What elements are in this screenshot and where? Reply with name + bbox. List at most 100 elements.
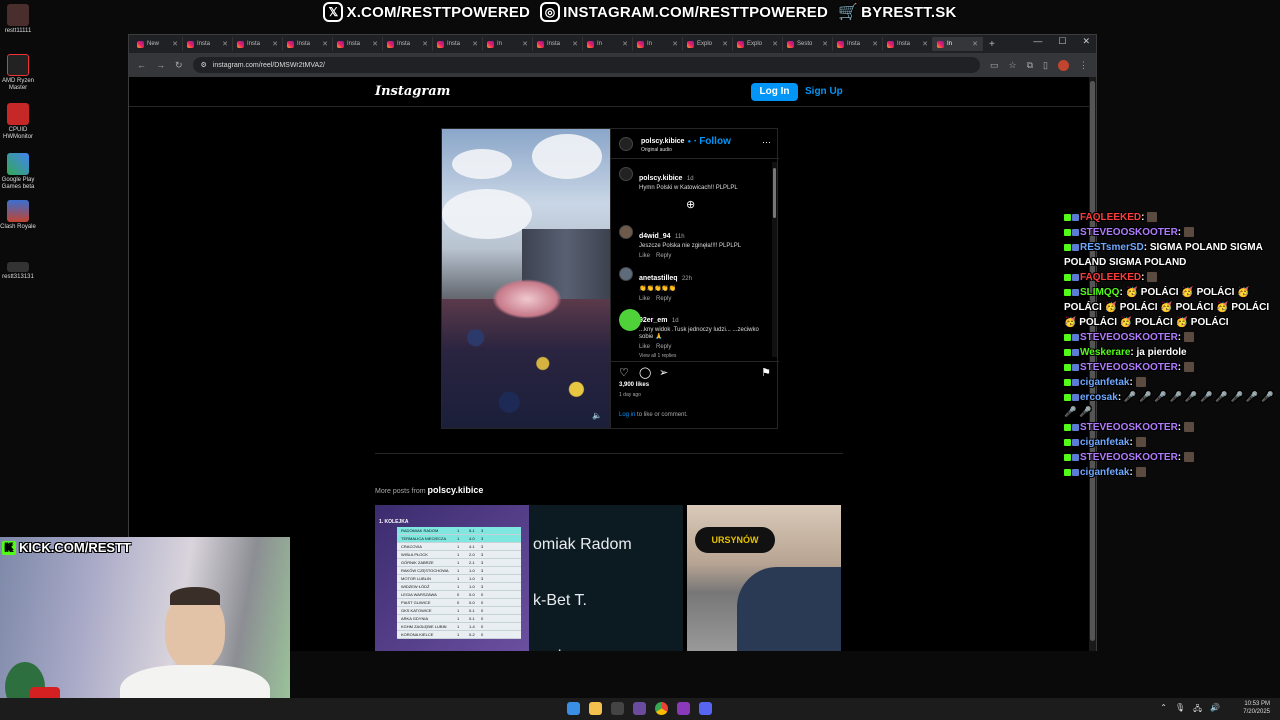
tab-close-icon[interactable]: ✕ [922, 40, 928, 48]
site-info-icon[interactable]: ⚙ [201, 61, 207, 69]
browser-tab[interactable]: Insta ✕ [883, 37, 933, 51]
browser-tab[interactable]: Insta ✕ [433, 37, 483, 51]
chat-username[interactable]: STEVEOOSKOOTER [1080, 362, 1178, 373]
new-tab-button[interactable]: + [989, 39, 995, 50]
volume-icon[interactable]: 🔊 [1210, 703, 1220, 717]
bookmark-icon[interactable]: ⚑ [761, 366, 771, 379]
browser-tab[interactable]: Explo ✕ [683, 37, 733, 51]
desktop-icon-cpuid[interactable]: CPUID HWMonitor [0, 103, 36, 140]
login-link[interactable]: Log in [619, 412, 635, 418]
chat-username[interactable]: ciganfetak [1080, 437, 1129, 448]
tab-close-icon[interactable]: ✕ [622, 40, 628, 48]
chat-username[interactable]: STEVEOOSKOOTER [1080, 452, 1178, 463]
follow-button[interactable]: Follow [699, 136, 731, 147]
tab-close-icon[interactable]: ✕ [572, 40, 578, 48]
extensions-icon[interactable]: ⧉ [1027, 60, 1033, 71]
profile-avatar-icon[interactable] [1058, 59, 1069, 71]
terminal-icon[interactable] [611, 702, 624, 715]
browser-tab[interactable]: Insta ✕ [283, 37, 333, 51]
tab-close-icon[interactable]: ✕ [522, 40, 528, 48]
chat-username[interactable]: FAQLEEKED [1080, 212, 1141, 223]
tab-close-icon[interactable]: ✕ [722, 40, 728, 48]
post-username[interactable]: polscy.kibice [641, 138, 684, 145]
comment-reply[interactable]: Reply [656, 253, 671, 259]
browser-tab[interactable]: Insta ✕ [333, 37, 383, 51]
caption-username[interactable]: polscy.kibice [639, 175, 682, 182]
comment-username[interactable]: d4wid_94 [639, 233, 671, 240]
comment-username[interactable]: anetastilleq [639, 275, 678, 282]
mute-icon[interactable]: 🔈 [592, 411, 602, 420]
chat-username[interactable]: ciganfetak [1080, 467, 1129, 478]
chrome-icon[interactable] [655, 702, 668, 715]
more-posts-username[interactable]: polscy.kibice [428, 485, 484, 495]
sign-up-link[interactable]: Sign Up [805, 83, 843, 101]
network-icon[interactable]: 🖧 [1193, 703, 1202, 717]
comment-like[interactable]: Like [639, 344, 650, 350]
tab-close-icon[interactable]: ✕ [272, 40, 278, 48]
tab-close-icon[interactable]: ✕ [422, 40, 428, 48]
heart-icon[interactable]: ♡ [619, 366, 629, 379]
tab-close-icon[interactable]: ✕ [322, 40, 328, 48]
obs-icon[interactable] [633, 702, 646, 715]
instagram-logo[interactable]: Instagram [375, 84, 450, 99]
comment-reply[interactable]: Reply [656, 296, 671, 302]
browser-tab[interactable]: Insta ✕ [183, 37, 233, 51]
avatar[interactable] [619, 225, 633, 239]
chat-username[interactable]: STEVEOOSKOOTER [1080, 422, 1178, 433]
browser-tab[interactable]: In ✕ [633, 37, 683, 51]
tab-close-icon[interactable]: ✕ [872, 40, 878, 48]
desktop-icon-restt313131[interactable]: restt313131 [0, 262, 36, 281]
desktop-icon-restt11111[interactable]: restt11111 [0, 4, 36, 35]
microphone-icon[interactable]: 🎙 [1175, 703, 1185, 717]
browser-tab[interactable]: Insta ✕ [383, 37, 433, 51]
menu-icon[interactable]: ⋮ [1079, 60, 1088, 71]
desktop-icon-amd-ryzen-master[interactable]: AMD Ryzen Master [0, 54, 36, 91]
reload-icon[interactable]: ↻ [175, 60, 183, 71]
comment-reply[interactable]: Reply [656, 344, 671, 350]
chat-username[interactable]: Weskerare [1080, 347, 1130, 358]
avatar[interactable] [619, 167, 633, 181]
browser-tab[interactable]: In ✕ [933, 37, 983, 51]
more-post-thumb-text[interactable]: omiak Radom k-Bet T. covia [529, 505, 683, 651]
file-explorer-icon[interactable] [589, 702, 602, 715]
reel-video[interactable]: 🔈 [442, 129, 610, 428]
chat-username[interactable]: STEVEOOSKOOTER [1080, 227, 1178, 238]
log-in-button[interactable]: Log In [751, 83, 798, 101]
tab-close-icon[interactable]: ✕ [222, 40, 228, 48]
comment-like[interactable]: Like [639, 296, 650, 302]
forward-icon[interactable]: → [156, 60, 165, 70]
chevron-up-icon[interactable]: ⌃ [1160, 703, 1167, 717]
start-icon[interactable] [567, 702, 580, 715]
browser-tab[interactable]: Sesto ✕ [783, 37, 833, 51]
tab-close-icon[interactable]: ✕ [672, 40, 678, 48]
audio-label[interactable]: Original audio [641, 147, 672, 153]
tab-close-icon[interactable]: ✕ [472, 40, 478, 48]
tab-close-icon[interactable]: ✕ [822, 40, 828, 48]
browser-tab[interactable]: Explo ✕ [733, 37, 783, 51]
more-options-icon[interactable]: ⋯ [762, 137, 771, 148]
avatar[interactable] [619, 267, 633, 281]
chat-username[interactable]: ercosak [1080, 392, 1118, 403]
comments-scrollbar[interactable] [772, 162, 777, 357]
chat-username[interactable]: RESTsmerSD [1080, 242, 1144, 253]
avatar[interactable] [619, 137, 633, 151]
add-icon[interactable]: ⊕ [686, 198, 695, 211]
url-field[interactable]: ⚙ instagram.com/reel/DMSWr2tMVA2/ [192, 57, 981, 73]
desktop-icon-google-play-games[interactable]: Google Play Games beta [0, 153, 36, 190]
browser-tab[interactable]: In ✕ [483, 37, 533, 51]
comment-like[interactable]: Like [639, 253, 650, 259]
close-icon[interactable]: ✕ [1082, 36, 1090, 47]
chat-username[interactable]: SLIMQQ [1080, 287, 1119, 298]
maximize-icon[interactable]: ☐ [1058, 36, 1066, 47]
back-icon[interactable]: ← [137, 60, 146, 70]
likes-count[interactable]: 3,900 likes [619, 382, 649, 388]
browser-tab[interactable]: Insta ✕ [233, 37, 283, 51]
cast-icon[interactable]: ▭ [990, 60, 999, 71]
clock[interactable]: 10:53 PM 7/20/2025 [1243, 700, 1270, 716]
more-post-thumb-photo[interactable]: URSYNÓW [687, 505, 841, 651]
chat-username[interactable]: ciganfetak [1080, 377, 1129, 388]
discord-icon[interactable] [699, 702, 712, 715]
desktop-icon-clash-royale[interactable]: Clash Royale [0, 200, 36, 231]
tab-close-icon[interactable]: ✕ [372, 40, 378, 48]
view-replies[interactable]: View all 1 replies [639, 353, 769, 359]
